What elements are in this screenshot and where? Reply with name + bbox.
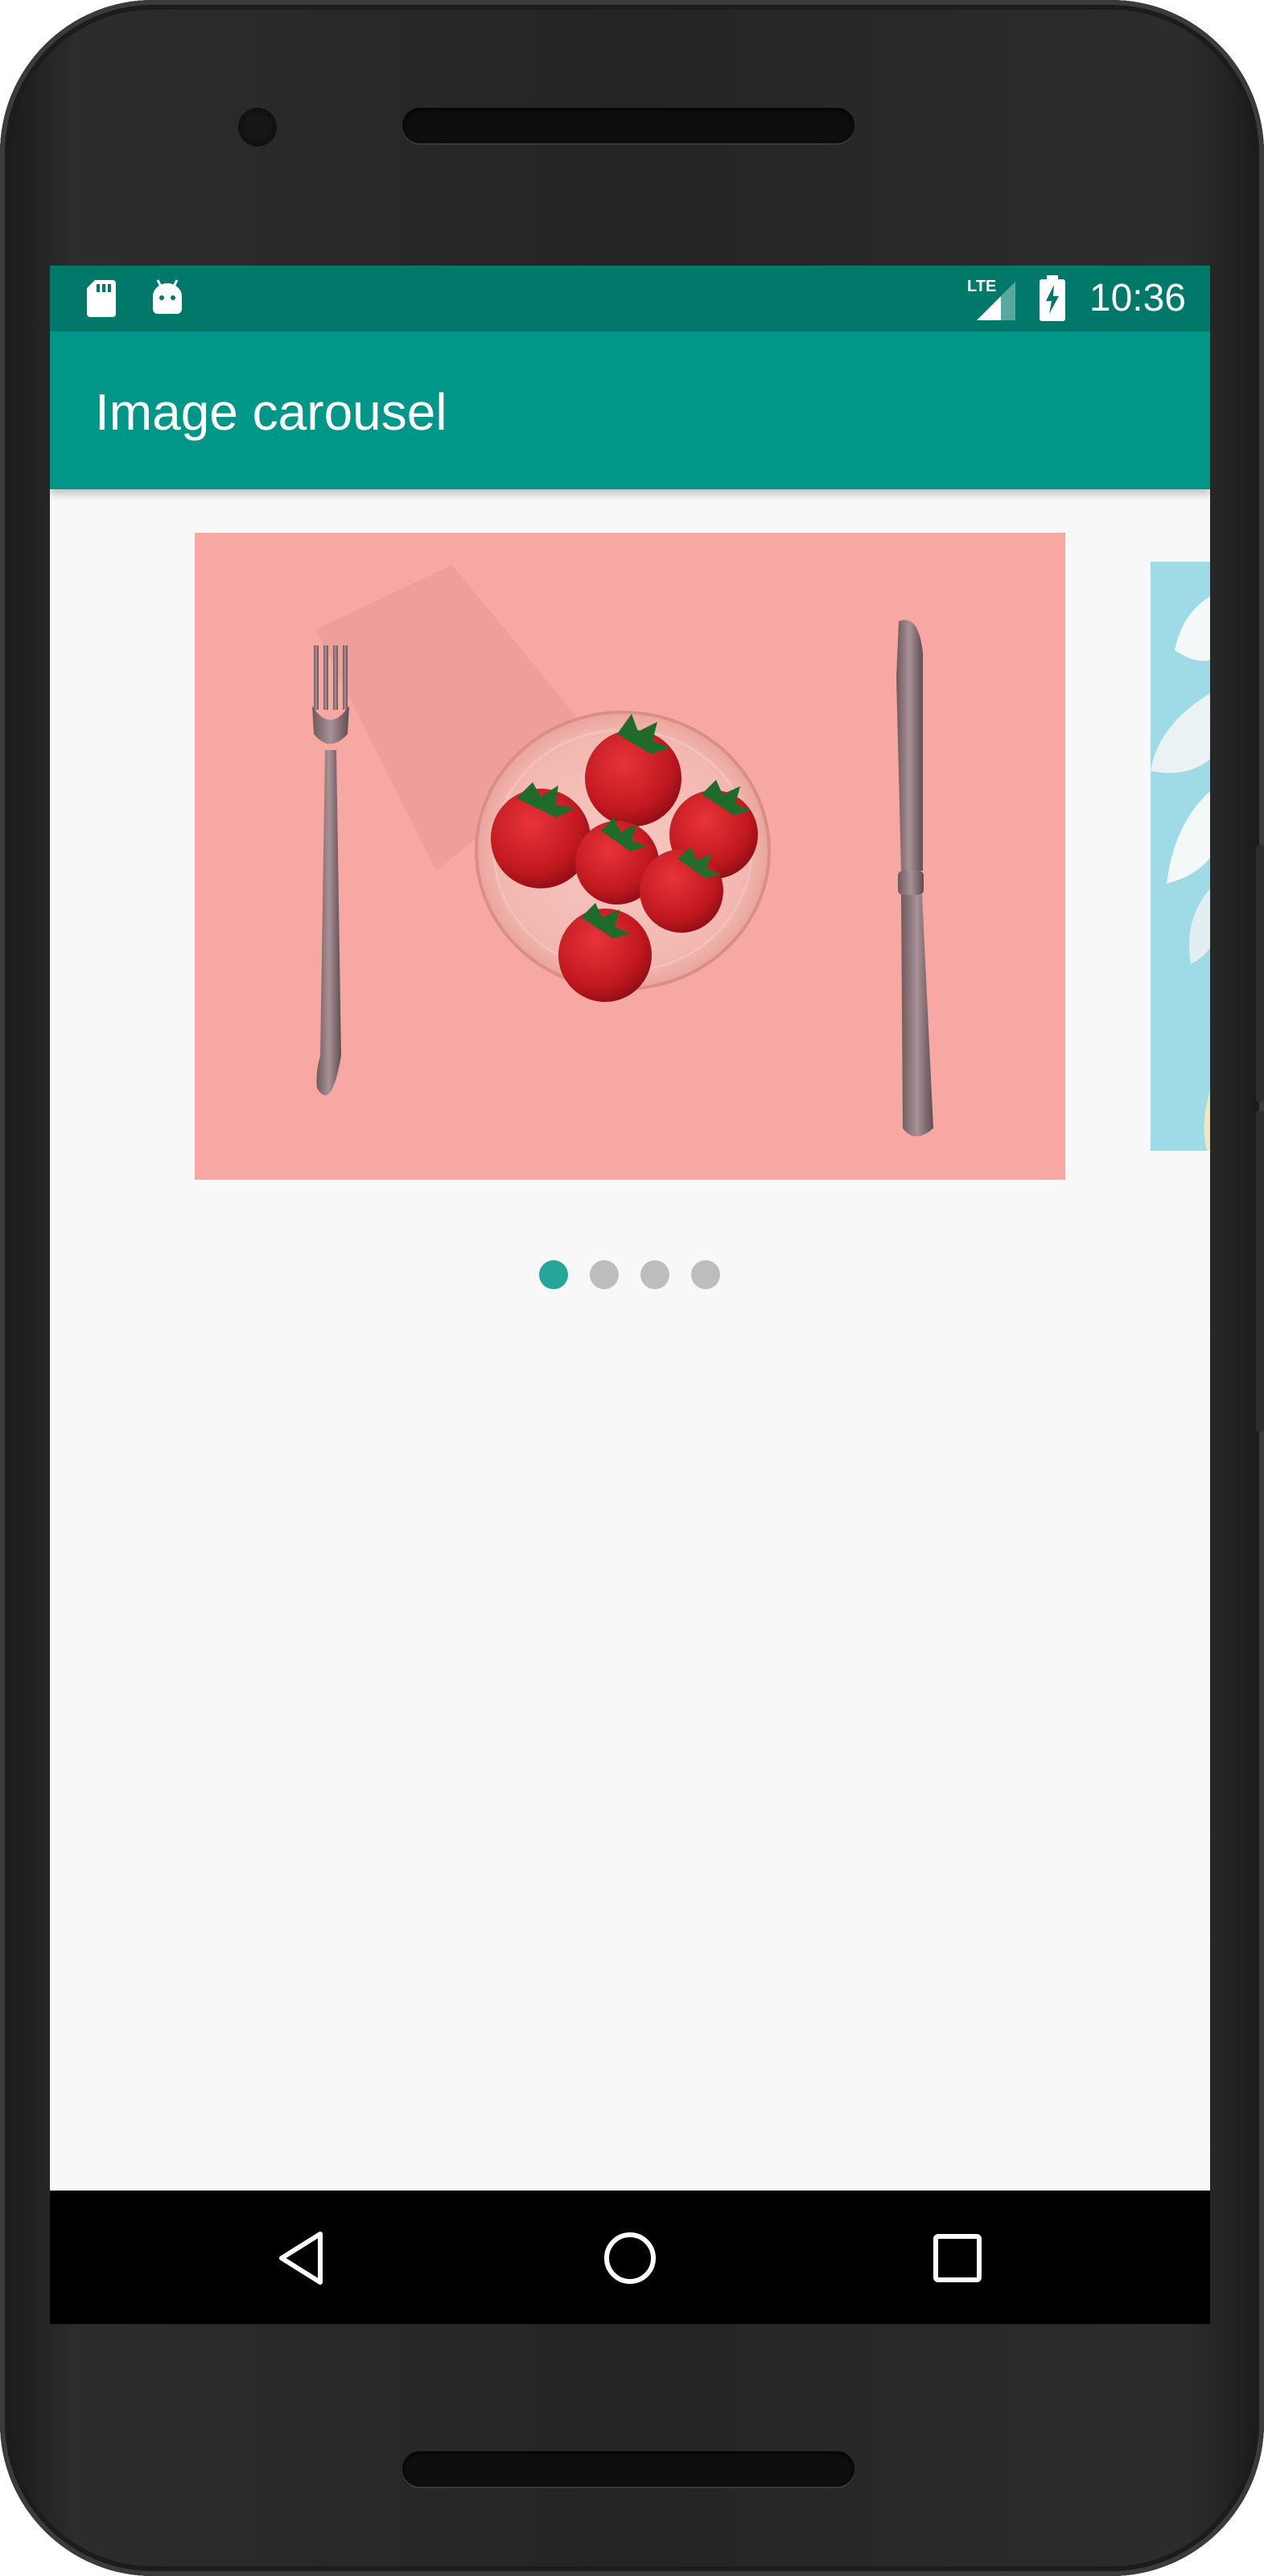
sd-card-icon [85, 278, 117, 323]
carousel-slide-strawberries[interactable] [195, 533, 1065, 1180]
status-clock: 10:36 [1089, 277, 1186, 319]
back-icon[interactable] [270, 2226, 335, 2290]
navigation-bar [50, 2191, 1210, 2324]
page-indicator-dot-1[interactable] [539, 1260, 568, 1289]
phone-frame: LTE 10:36 Image carousel [0, 0, 1264, 2576]
app-bar: Image carousel [50, 332, 1210, 489]
page-indicator-dot-4[interactable] [691, 1260, 720, 1289]
android-debug-icon [148, 278, 187, 323]
carousel-slide-flower[interactable] [1151, 562, 1210, 1151]
volume-button [1256, 845, 1264, 1103]
page-indicator-dot-2[interactable] [590, 1260, 619, 1289]
page-title: Image carousel [95, 383, 447, 441]
earpiece-speaker [402, 108, 854, 143]
recents-icon[interactable] [925, 2226, 990, 2290]
network-type-label: LTE [967, 278, 996, 295]
front-camera [238, 108, 277, 146]
page-indicator-dot-3[interactable] [640, 1260, 669, 1289]
bottom-speaker [402, 2451, 854, 2487]
power-button [1256, 1111, 1264, 1432]
home-icon[interactable] [598, 2226, 662, 2290]
screen: LTE 10:36 Image carousel [50, 266, 1210, 2324]
lte-signal-icon: LTE [965, 274, 1022, 328]
status-bar: LTE 10:36 [50, 266, 1210, 332]
battery-charging-icon [1038, 275, 1067, 326]
